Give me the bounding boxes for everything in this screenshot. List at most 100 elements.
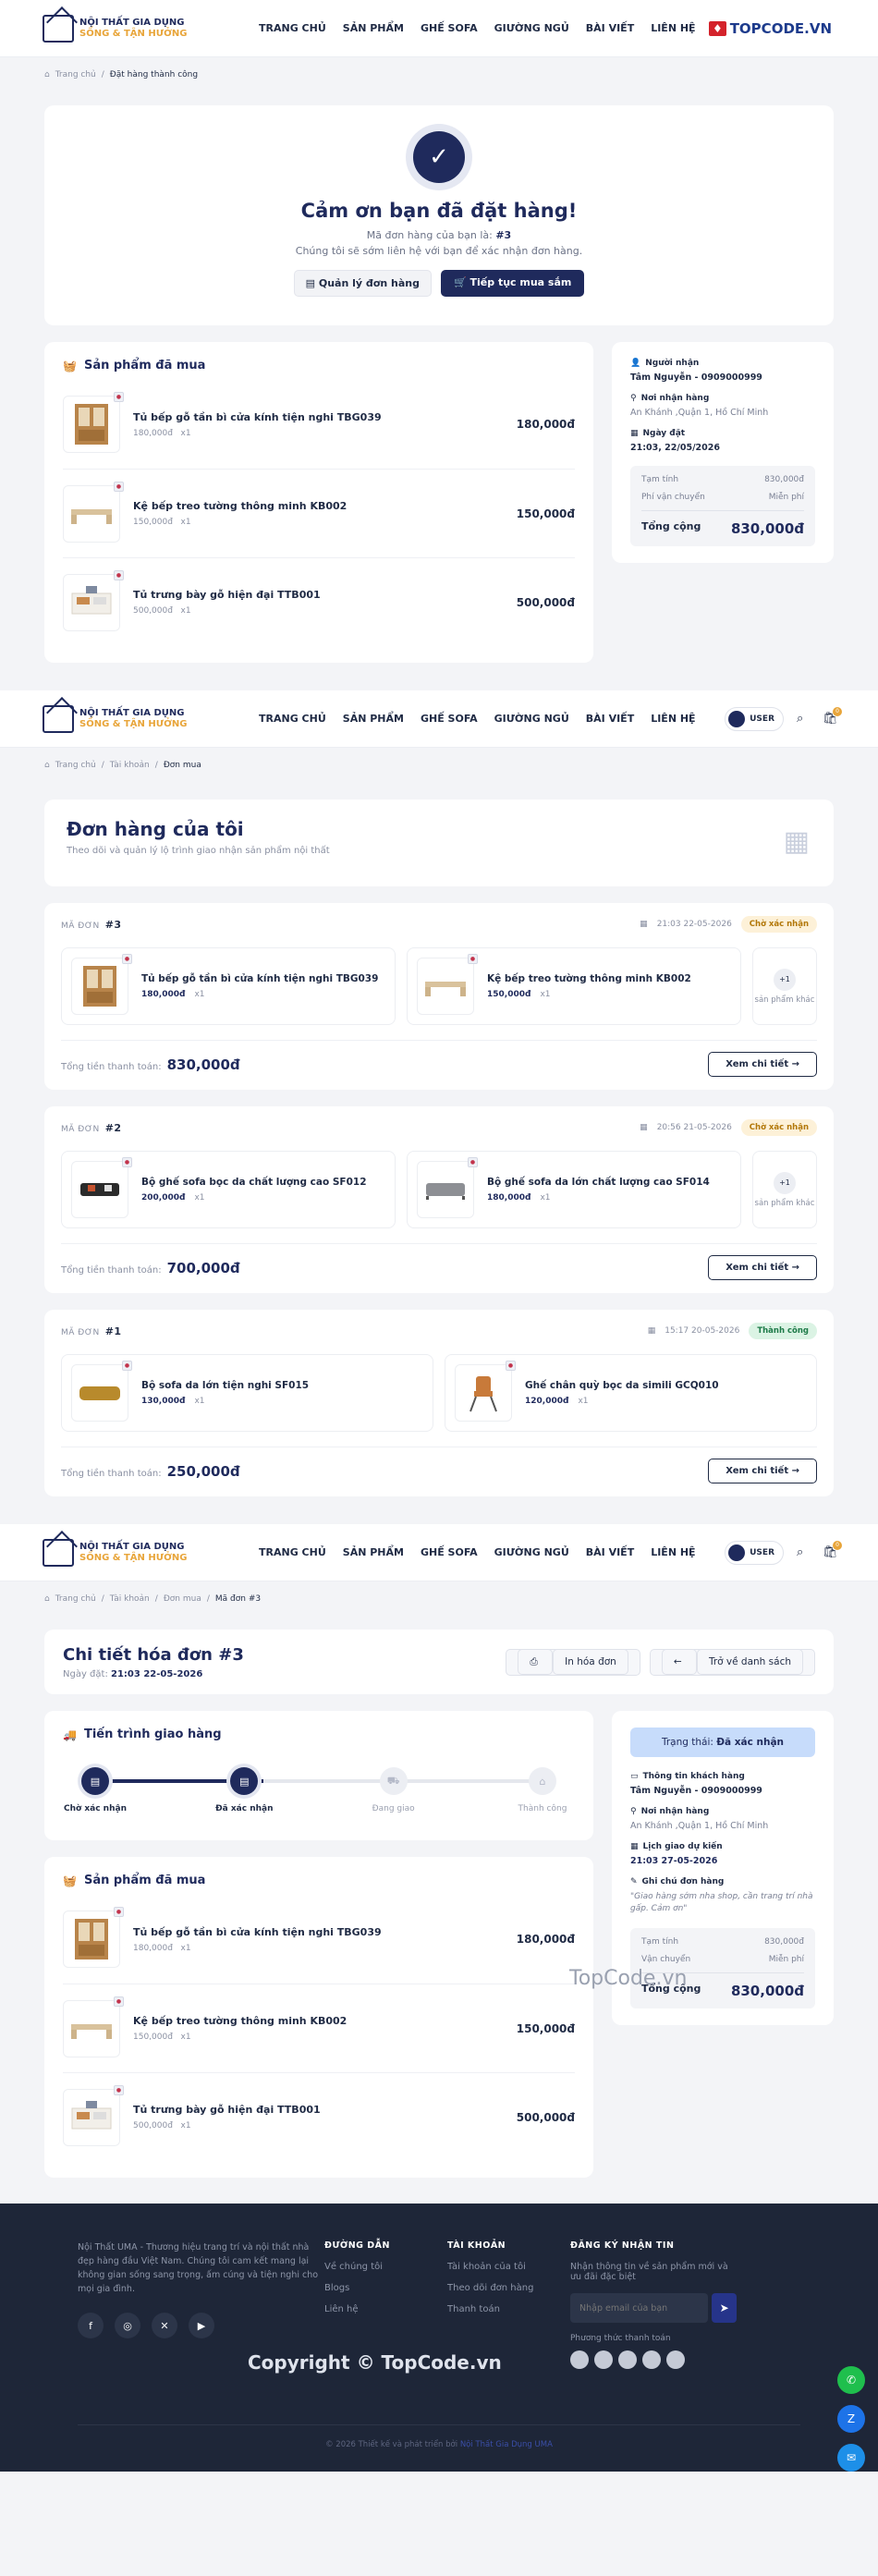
newsletter-email-input[interactable] — [570, 2293, 709, 2323]
calendar-icon: ▦ — [630, 429, 639, 438]
more-products[interactable]: +1 sản phẩm khác — [752, 1151, 817, 1228]
back-to-list-button[interactable]: ← Trở về danh sách — [649, 1648, 815, 1676]
payment-icons — [570, 2350, 737, 2369]
product-name[interactable]: Kệ bếp treo tường thông minh KB002 — [133, 2015, 347, 2027]
footer-link-track-order[interactable]: Theo dõi đơn hàng — [447, 2283, 570, 2293]
product-name[interactable]: Tủ bếp gỗ tần bì cửa kính tiện nghi TBG0… — [133, 411, 382, 423]
breadcrumb-account[interactable]: Tài khoản — [110, 1594, 150, 1604]
order-item[interactable]: ● Bộ ghế sofa bọc da chất lượng cao SF01… — [61, 1151, 396, 1228]
order-total: Tổng tiền thanh toán: 250,000đ — [61, 1462, 240, 1480]
user-menu-button[interactable]: USER — [725, 706, 784, 731]
site-header: NỘI THẤT GIA DỤNG SỐNG & TẬN HƯỞNG TRANG … — [0, 0, 878, 57]
nav-blog[interactable]: BÀI VIẾT — [586, 1546, 634, 1558]
product-row[interactable]: ● Tủ trưng bày gỗ hiện đại TTB001 500,000… — [63, 557, 575, 646]
nav-sofa[interactable]: GHẾ SOFA — [421, 22, 478, 34]
nav-products[interactable]: SẢN PHẨM — [343, 1546, 404, 1558]
nav-home[interactable]: TRANG CHỦ — [259, 1546, 326, 1558]
note-label: Ghi chú đơn hàng — [641, 1877, 725, 1886]
nav-bed[interactable]: GIƯỜNG NGỦ — [494, 22, 569, 34]
cart-icon[interactable]: 🛍 0 — [823, 1540, 842, 1559]
product-row[interactable]: ● Tủ bếp gỗ tần bì cửa kính tiện nghi TB… — [63, 380, 575, 469]
nav-sofa[interactable]: GHẾ SOFA — [421, 1546, 478, 1558]
order-item[interactable]: ● Tủ bếp gỗ tần bì cửa kính tiện nghi TB… — [61, 947, 396, 1025]
product-image[interactable]: ● — [63, 569, 124, 631]
view-detail-button[interactable]: Xem chi tiết → — [708, 1255, 817, 1280]
product-name[interactable]: Kệ bếp treo tường thông minh KB002 — [133, 500, 347, 512]
continue-shopping-button[interactable]: 🛒 Tiếp tục mua sắm — [440, 270, 585, 297]
copyright-link[interactable]: Nội Thất Gia Dụng UMA — [460, 2440, 553, 2449]
product-image[interactable]: ● — [63, 1996, 124, 2057]
nav-contact[interactable]: LIÊN HỆ — [651, 713, 695, 725]
home-icon: ⌂ — [44, 1594, 50, 1604]
product-name[interactable]: Tủ trưng bày gỗ hiện đại TTB001 — [133, 2104, 321, 2116]
footer-link-payment[interactable]: Thanh toán — [447, 2304, 570, 2314]
search-icon[interactable]: ⌕ — [797, 1545, 810, 1559]
product-row[interactable]: ● Tủ trưng bày gỗ hiện đại TTB001 500,000… — [63, 2072, 575, 2161]
breadcrumb-home[interactable]: Trang chủ — [55, 70, 96, 79]
nav-contact[interactable]: LIÊN HỆ — [651, 22, 695, 34]
nav-bed[interactable]: GIƯỜNG NGỦ — [494, 713, 569, 725]
nav-home[interactable]: TRANG CHỦ — [259, 22, 326, 34]
product-name[interactable]: Ghế chân quỳ bọc da simili GCQ010 — [525, 1380, 719, 1391]
view-detail-button[interactable]: Xem chi tiết → — [708, 1052, 817, 1077]
order-item[interactable]: ● Bộ ghế sofa da lớn chất lượng cao SF01… — [407, 1151, 741, 1228]
nav-contact[interactable]: LIÊN HỆ — [651, 1546, 695, 1558]
send-icon[interactable]: ➤ — [712, 2293, 737, 2323]
order-item[interactable]: ● Kệ bếp treo tường thông minh KB002 150,… — [407, 947, 741, 1025]
product-total: 150,000đ — [516, 507, 575, 520]
logo[interactable]: NỘI THẤT GIA DỤNG SỐNG & TẬN HƯỞNG — [43, 704, 190, 733]
twitter-icon[interactable]: ✕ — [152, 2313, 177, 2338]
user-menu-button[interactable]: USER — [725, 1540, 784, 1565]
phone-icon[interactable]: ✆ — [837, 2366, 865, 2394]
logo[interactable]: NỘI THẤT GIA DỤNG SỐNG & TẬN HƯỞNG — [43, 1538, 190, 1567]
breadcrumb-home[interactable]: Trang chủ — [55, 761, 96, 770]
more-products[interactable]: +1 sản phẩm khác — [752, 947, 817, 1025]
order-item[interactable]: ● Bộ sofa da lớn tiện nghi SF015 130,000đ… — [61, 1354, 433, 1432]
facebook-icon[interactable]: f — [78, 2313, 104, 2338]
nav-sofa[interactable]: GHẾ SOFA — [421, 713, 478, 725]
nav-bed[interactable]: GIƯỜNG NGỦ — [494, 1546, 569, 1558]
footer-link-about[interactable]: Về chúng tôi — [324, 2262, 447, 2272]
product-name[interactable]: Tủ trưng bày gỗ hiện đại TTB001 — [133, 589, 321, 601]
manage-orders-button[interactable]: ▤ Quản lý đơn hàng — [293, 270, 432, 297]
youtube-icon[interactable]: ▶ — [189, 2313, 214, 2338]
zalo-icon[interactable]: Z — [837, 2405, 865, 2433]
footer-link-my-account[interactable]: Tài khoản của tôi — [447, 2262, 570, 2272]
product-image[interactable]: ● — [63, 1907, 124, 1968]
product-image: ● — [71, 1157, 132, 1218]
receiver-value: Tâm Nguyễn - 0909000999 — [630, 372, 762, 383]
view-detail-button[interactable]: Xem chi tiết → — [708, 1459, 817, 1483]
instagram-icon[interactable]: ◎ — [115, 2313, 140, 2338]
product-name[interactable]: Bộ ghế sofa bọc da chất lượng cao SF012 — [141, 1177, 367, 1188]
product-name[interactable]: Kệ bếp treo tường thông minh KB002 — [487, 973, 691, 984]
product-image[interactable]: ● — [63, 2084, 124, 2146]
product-name[interactable]: Bộ sofa da lớn tiện nghi SF015 — [141, 1380, 309, 1391]
print-invoice-button[interactable]: ⎙ In hóa đơn — [506, 1648, 640, 1676]
footer-link-blogs[interactable]: Blogs — [324, 2283, 447, 2293]
logo[interactable]: NỘI THẤT GIA DỤNG SỐNG & TẬN HƯỞNG — [43, 14, 190, 43]
product-name[interactable]: Tủ bếp gỗ tần bì cửa kính tiện nghi TBG0… — [141, 973, 378, 984]
product-name[interactable]: Bộ ghế sofa da lớn chất lượng cao SF014 — [487, 1177, 710, 1188]
home-icon: ⌂ — [44, 761, 50, 770]
search-icon[interactable]: ⌕ — [797, 712, 810, 726]
order-item[interactable]: ● Ghế chân quỳ bọc da simili GCQ010 120,0… — [445, 1354, 817, 1432]
product-meta: 150,000đ x1 — [487, 990, 551, 999]
product-image[interactable]: ● — [63, 481, 124, 543]
eta-label: Lịch giao dự kiến — [642, 1842, 723, 1851]
cart-icon[interactable]: 🛍 0 — [823, 706, 842, 726]
product-row[interactable]: ● Kệ bếp treo tường thông minh KB002 150,… — [63, 1984, 575, 2072]
nav-blog[interactable]: BÀI VIẾT — [586, 22, 634, 34]
product-row[interactable]: ● Kệ bếp treo tường thông minh KB002 150,… — [63, 469, 575, 557]
breadcrumb-orders[interactable]: Đơn mua — [164, 1594, 201, 1604]
messenger-icon[interactable]: ✉ — [837, 2444, 865, 2472]
product-name[interactable]: Tủ bếp gỗ tần bì cửa kính tiện nghi TBG0… — [133, 1926, 382, 1938]
breadcrumb-account[interactable]: Tài khoản — [110, 761, 150, 770]
product-image[interactable]: ● — [63, 392, 124, 453]
nav-blog[interactable]: BÀI VIẾT — [586, 713, 634, 725]
nav-home[interactable]: TRANG CHỦ — [259, 713, 326, 725]
nav-products[interactable]: SẢN PHẨM — [343, 713, 404, 725]
nav-products[interactable]: SẢN PHẨM — [343, 22, 404, 34]
footer-link-contact[interactable]: Liên hệ — [324, 2304, 447, 2314]
breadcrumb-home[interactable]: Trang chủ — [55, 1594, 96, 1604]
product-row[interactable]: ● Tủ bếp gỗ tần bì cửa kính tiện nghi TB… — [63, 1895, 575, 1984]
